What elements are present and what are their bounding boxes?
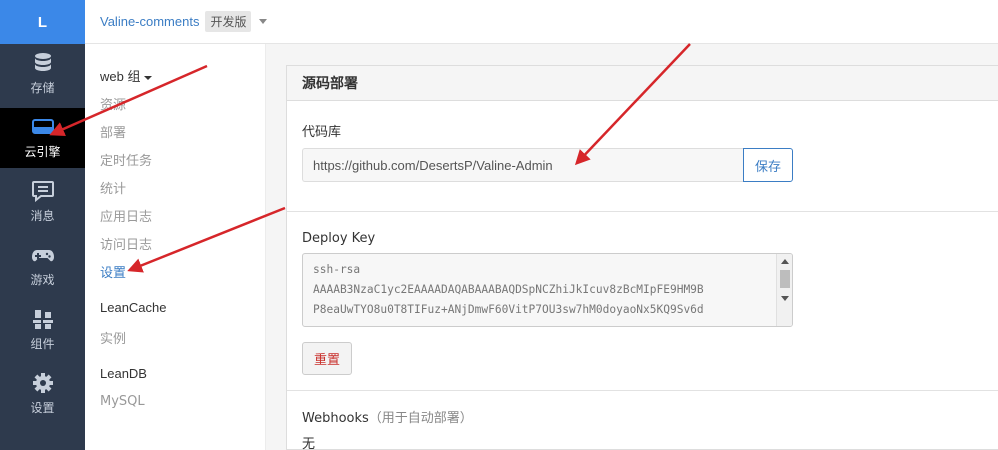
group-leandb: LeanDB <box>100 366 147 381</box>
group-web-dropdown[interactable]: web 组 <box>100 66 153 85</box>
nav-label: 消息 <box>30 209 55 223</box>
subnav-item-instances[interactable]: 实例 <box>100 328 126 347</box>
webhooks-title: Webhooks <box>302 411 369 426</box>
nav-label: 游戏 <box>30 273 55 287</box>
app-logo[interactable]: L <box>0 0 85 44</box>
key-line: ssh-rsa <box>313 263 361 276</box>
repo-label: 代码库 <box>302 125 342 140</box>
gamepad-icon <box>31 250 54 262</box>
webhooks-note: （用于自动部署） <box>368 411 473 426</box>
scroll-up-icon[interactable] <box>781 259 789 264</box>
nav-label: 云引擎 <box>24 145 61 159</box>
nav-settings[interactable]: 设置 <box>0 364 85 424</box>
top-bar: Valine-comments 开发版 <box>85 0 998 44</box>
nav-components[interactable]: 组件 <box>0 300 85 360</box>
app-name-link[interactable]: Valine-comments <box>100 14 199 29</box>
textarea-scrollbar[interactable] <box>776 254 792 326</box>
subnav-item-resources[interactable]: 资源 <box>100 94 126 113</box>
group-leancache: LeanCache <box>100 300 167 315</box>
webhooks-label: Webhooks（用于自动部署） <box>302 407 473 426</box>
nav-label: 存储 <box>30 81 55 95</box>
key-line: AAAAB3NzaC1yc2EAAAADAQABAAABAQDSpNCZhiJk… <box>313 283 704 296</box>
divider <box>287 390 998 391</box>
message-icon <box>31 181 54 202</box>
divider <box>287 211 998 212</box>
repo-field-label: 代码库 <box>287 121 998 140</box>
server-icon <box>31 119 54 134</box>
secondary-sidebar: web 组 资源 部署 定时任务 统计 应用日志 访问日志 设置 LeanCac… <box>85 44 266 450</box>
key-line: P8eaUwTYO8u0T8TIFuz+ANjDmwF60VitP7OU3sw7… <box>313 303 704 316</box>
save-button[interactable]: 保存 <box>743 148 793 182</box>
subnav-item-settings[interactable]: 设置 <box>100 262 126 281</box>
database-icon <box>34 53 51 71</box>
repo-url-input[interactable]: https://github.com/DesertsP/Valine-Admin <box>302 148 744 182</box>
subnav-item-stats[interactable]: 统计 <box>100 178 126 197</box>
nav-messages[interactable]: 消息 <box>0 172 85 232</box>
main-content: 源码部署 代码库 https://github.com/DesertsP/Val… <box>266 44 998 450</box>
nav-label: 设置 <box>30 401 55 415</box>
deploy-key-textarea[interactable]: ssh-rsa AAAAB3NzaC1yc2EAAAADAQABAAABAQDSp… <box>302 253 793 327</box>
reset-button[interactable]: 重置 <box>302 342 352 375</box>
panel-title: 源码部署 <box>287 66 998 101</box>
nav-games[interactable]: 游戏 <box>0 236 85 296</box>
nav-cloud-engine[interactable]: 云引擎 <box>0 108 85 168</box>
subnav-item-mysql[interactable]: MySQL <box>100 394 145 409</box>
chevron-down-icon <box>144 75 153 80</box>
subnav-item-cron[interactable]: 定时任务 <box>100 150 152 169</box>
nav-storage[interactable]: 存储 <box>0 44 85 104</box>
app-switcher-caret-icon[interactable] <box>259 19 268 24</box>
gear-icon <box>32 373 53 393</box>
subnav-item-access-logs[interactable]: 访问日志 <box>100 234 152 253</box>
group-label: web 组 <box>100 69 141 84</box>
env-badge: 开发版 <box>205 11 252 32</box>
deploy-key-label: Deploy Key <box>302 231 376 246</box>
subnav-item-deploy[interactable]: 部署 <box>100 122 126 141</box>
subnav-item-app-logs[interactable]: 应用日志 <box>100 206 152 225</box>
scroll-down-icon[interactable] <box>781 296 789 301</box>
nav-label: 组件 <box>30 337 55 351</box>
components-icon <box>32 310 53 329</box>
deploy-key-field-label: Deploy Key <box>287 230 998 246</box>
source-deploy-panel: 源码部署 代码库 https://github.com/DesertsP/Val… <box>286 65 998 450</box>
scroll-thumb[interactable] <box>780 270 790 288</box>
main-nav-rail: L 存储 云引擎 消息 游戏 组件 设置 <box>0 0 85 450</box>
webhooks-value: 无 <box>302 437 316 450</box>
